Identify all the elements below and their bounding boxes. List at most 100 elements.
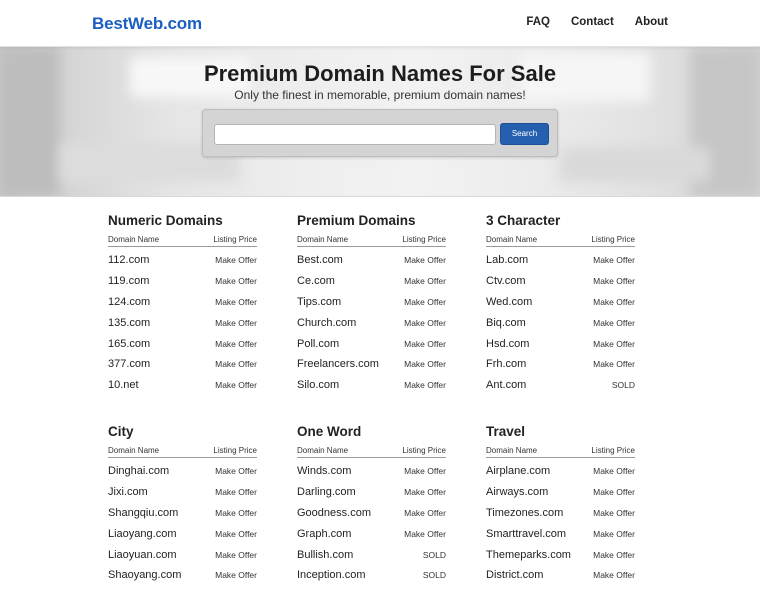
domain-name-link[interactable]: 124.com [108, 296, 150, 308]
table-row[interactable]: Poll.com Make Offer [297, 333, 446, 354]
domain-name-link[interactable]: Goodness.com [297, 507, 371, 519]
domain-name-link[interactable]: Themeparks.com [486, 549, 571, 561]
domain-name-link[interactable]: Airways.com [486, 486, 548, 498]
domain-name-link[interactable]: Lab.com [486, 254, 528, 266]
table-row[interactable]: Silo.com Make Offer [297, 375, 446, 396]
table-row[interactable]: Ctv.com Make Offer [486, 271, 635, 292]
domain-name-link[interactable]: Freelancers.com [297, 358, 379, 370]
domain-search-input[interactable] [214, 124, 496, 145]
table-row[interactable]: Themeparks.com Make Offer [486, 544, 635, 565]
domain-name-link[interactable]: Inception.com [297, 569, 365, 581]
table-row[interactable]: 124.com Make Offer [108, 292, 257, 313]
table-row[interactable]: Ant.com SOLD [486, 375, 635, 396]
listing-price: Make Offer [593, 549, 635, 560]
table-row[interactable]: District.com Make Offer [486, 565, 635, 586]
domain-name-link[interactable]: Bullish.com [297, 549, 353, 561]
domain-name-link[interactable]: 135.com [108, 317, 150, 329]
listing-price: Make Offer [404, 255, 446, 266]
domain-name-link[interactable]: District.com [486, 569, 543, 581]
table-row[interactable]: Winds.com Make Offer [297, 461, 446, 482]
domain-name-link[interactable]: 10.net [108, 379, 139, 391]
table-row[interactable]: 112.com Make Offer [108, 250, 257, 271]
table-row[interactable]: Shangqiu.com Make Offer [108, 503, 257, 524]
search-button[interactable]: Search [500, 123, 549, 145]
listing-price: Make Offer [215, 549, 257, 560]
listing-price-header: Listing Price [591, 235, 635, 244]
domain-name-link[interactable]: Smarttravel.com [486, 528, 566, 540]
table-row[interactable]: 165.com Make Offer [108, 333, 257, 354]
domain-name-link[interactable]: Tips.com [297, 296, 341, 308]
listing-price: Make Offer [593, 466, 635, 477]
domain-name-link[interactable]: Liaoyuan.com [108, 549, 177, 561]
table-row[interactable]: Frh.com Make Offer [486, 354, 635, 375]
table-row[interactable]: Airplane.com Make Offer [486, 461, 635, 482]
domain-name-link[interactable]: Frh.com [486, 358, 526, 370]
table-row[interactable]: Timezones.com Make Offer [486, 503, 635, 524]
category-block: Travel Domain Name Listing Price Airplane.c… [486, 423, 635, 586]
table-row[interactable]: Liaoyuan.com Make Offer [108, 544, 257, 565]
domain-name-link[interactable]: Best.com [297, 254, 343, 266]
listing-price: Make Offer [593, 359, 635, 370]
category-title: Numeric Domains [108, 213, 223, 228]
domain-name-link[interactable]: Wed.com [486, 296, 532, 308]
domain-name-link[interactable]: 112.com [108, 254, 149, 266]
table-row[interactable]: Biq.com Make Offer [486, 312, 635, 333]
table-row[interactable]: Ce.com Make Offer [297, 271, 446, 292]
domain-name-link[interactable]: 165.com [108, 338, 150, 350]
table-row[interactable]: 10.net Make Offer [108, 375, 257, 396]
nav-faq-link[interactable]: FAQ [526, 16, 550, 28]
domain-name-link[interactable]: Poll.com [297, 338, 339, 350]
domain-name-link[interactable]: Ce.com [297, 275, 335, 287]
listing-price: Make Offer [404, 466, 446, 477]
domain-name-header: Domain Name [297, 446, 349, 455]
table-row[interactable]: Wed.com Make Offer [486, 292, 635, 313]
domain-name-link[interactable]: Airplane.com [486, 465, 550, 477]
domain-name-link[interactable]: Dinghai.com [108, 465, 169, 477]
table-row[interactable]: Best.com Make Offer [297, 250, 446, 271]
table-row[interactable]: Church.com Make Offer [297, 312, 446, 333]
table-row[interactable]: Lab.com Make Offer [486, 250, 635, 271]
table-row[interactable]: Inception.com SOLD [297, 565, 446, 586]
table-row[interactable]: Bullish.com SOLD [297, 544, 446, 565]
table-row[interactable]: 135.com Make Offer [108, 312, 257, 333]
domain-name-link[interactable]: 377.com [108, 358, 150, 370]
table-row[interactable]: 377.com Make Offer [108, 354, 257, 375]
listing-price: Make Offer [593, 317, 635, 328]
domain-name-link[interactable]: Liaoyang.com [108, 528, 177, 540]
listing-price: Make Offer [215, 528, 257, 539]
hero-banner: Premium Domain Names For Sale Only the f… [0, 47, 760, 197]
table-row[interactable]: Liaoyang.com Make Offer [108, 523, 257, 544]
top-navbar: BestWeb.com FAQ Contact About [0, 0, 760, 47]
nav-contact-link[interactable]: Contact [571, 16, 614, 28]
domain-name-link[interactable]: Jixi.com [108, 486, 148, 498]
domain-name-link[interactable]: Church.com [297, 317, 356, 329]
domain-name-link[interactable]: Darling.com [297, 486, 356, 498]
domain-name-link[interactable]: Biq.com [486, 317, 526, 329]
table-row[interactable]: Goodness.com Make Offer [297, 503, 446, 524]
domain-name-link[interactable]: Winds.com [297, 465, 351, 477]
domain-name-link[interactable]: Ctv.com [486, 275, 526, 287]
domain-name-link[interactable]: Shaoyang.com [108, 569, 181, 581]
site-logo[interactable]: BestWeb.com [92, 14, 202, 34]
table-row[interactable]: Freelancers.com Make Offer [297, 354, 446, 375]
table-row[interactable]: Shaoyang.com Make Offer [108, 565, 257, 586]
domain-name-link[interactable]: 119.com [108, 275, 149, 287]
nav-about-link[interactable]: About [635, 16, 668, 28]
table-row[interactable]: Jixi.com Make Offer [108, 482, 257, 503]
domain-name-link[interactable]: Hsd.com [486, 338, 529, 350]
domain-name-header: Domain Name [108, 235, 160, 244]
table-row[interactable]: Darling.com Make Offer [297, 482, 446, 503]
table-row[interactable]: Hsd.com Make Offer [486, 333, 635, 354]
table-row[interactable]: Tips.com Make Offer [297, 292, 446, 313]
table-row[interactable]: Graph.com Make Offer [297, 523, 446, 544]
domain-name-link[interactable]: Silo.com [297, 379, 339, 391]
domain-name-link[interactable]: Timezones.com [486, 507, 563, 519]
domain-name-link[interactable]: Graph.com [297, 528, 351, 540]
table-row[interactable]: Dinghai.com Make Offer [108, 461, 257, 482]
domain-name-link[interactable]: Ant.com [486, 379, 526, 391]
table-row[interactable]: Smarttravel.com Make Offer [486, 523, 635, 544]
listing-price: SOLD [422, 570, 446, 581]
domain-name-link[interactable]: Shangqiu.com [108, 507, 178, 519]
table-row[interactable]: Airways.com Make Offer [486, 482, 635, 503]
table-row[interactable]: 119.com Make Offer [108, 271, 257, 292]
